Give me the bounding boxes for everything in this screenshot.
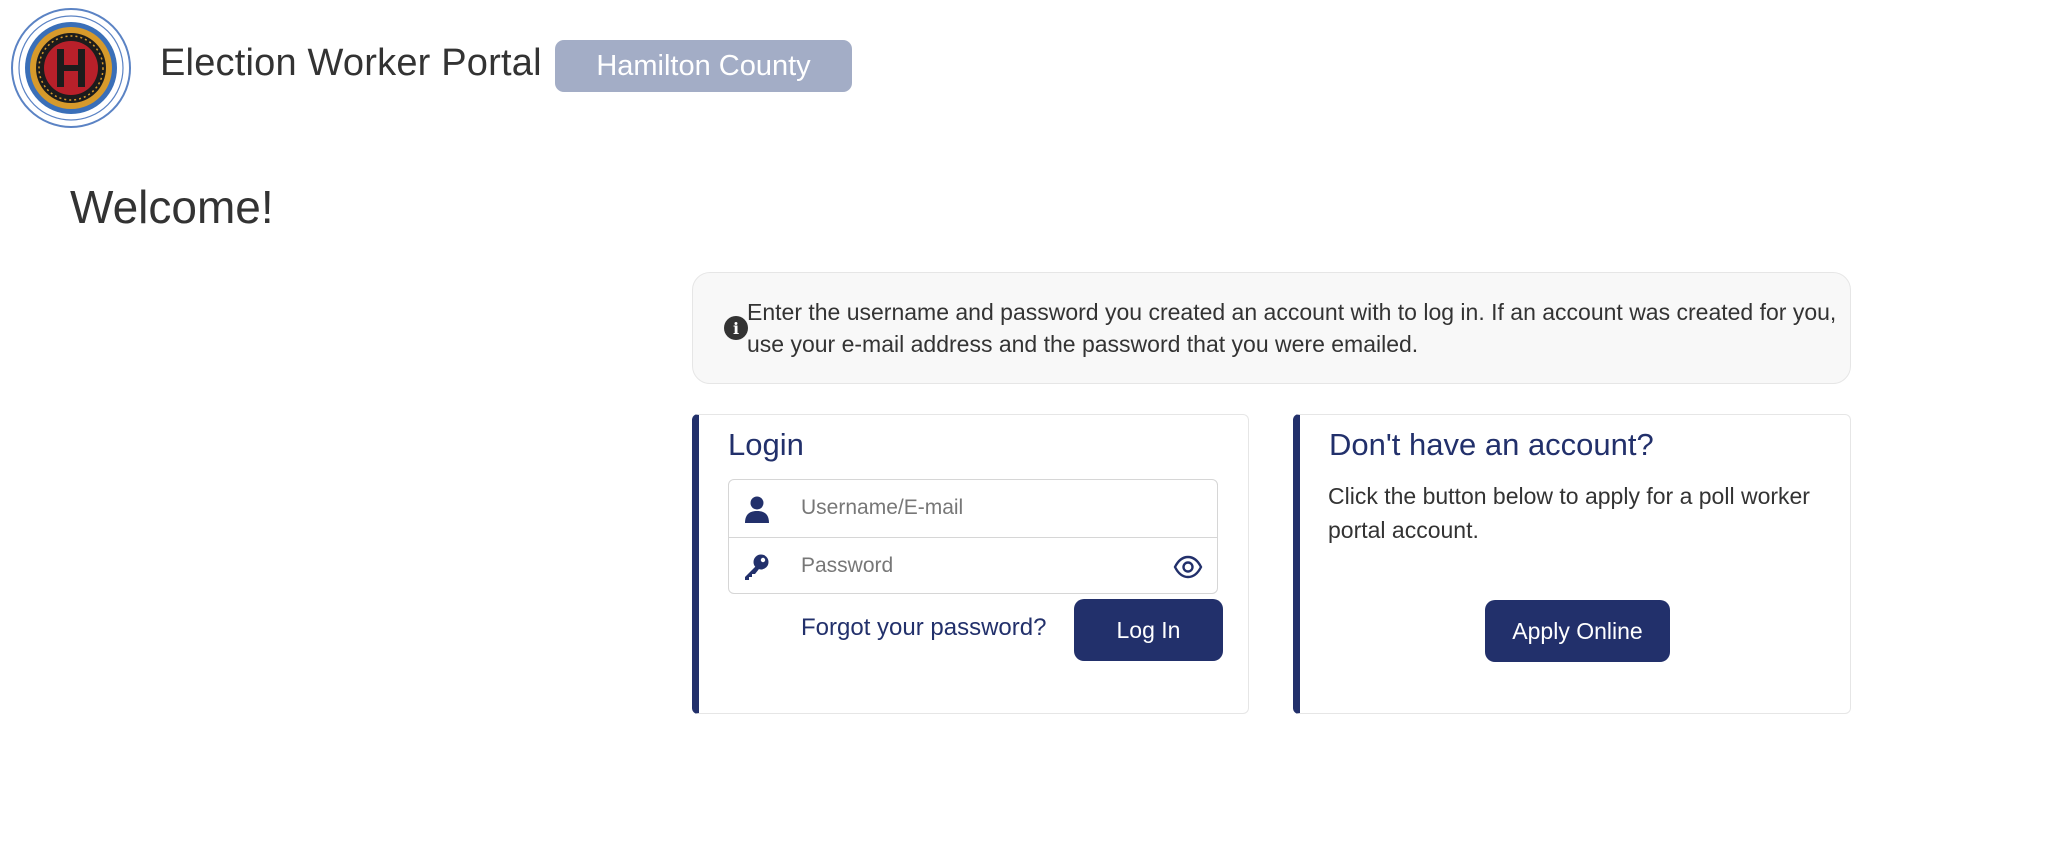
apply-text: Click the button below to apply for a po…	[1328, 483, 1810, 543]
apply-online-button[interactable]: Apply Online	[1485, 600, 1670, 662]
user-icon	[745, 496, 769, 523]
welcome-heading: Welcome!	[70, 181, 274, 233]
login-card: Login Forgot your password? Log In	[692, 414, 1249, 714]
username-input[interactable]	[801, 480, 1161, 536]
login-button[interactable]: Log In	[1074, 599, 1223, 661]
apply-card: Don't have an account? Click the button …	[1293, 414, 1851, 714]
key-icon	[745, 554, 769, 580]
apply-title: Don't have an account?	[1329, 427, 1654, 462]
forgot-password-link[interactable]: Forgot your password?	[801, 614, 1046, 642]
info-icon: i	[724, 316, 748, 340]
username-row	[729, 480, 1217, 537]
login-title: Login	[728, 427, 804, 462]
county-seal-icon	[11, 8, 131, 128]
password-row	[729, 537, 1217, 593]
password-input[interactable]	[801, 538, 1161, 593]
eye-icon[interactable]	[1173, 552, 1203, 582]
info-text: Enter the username and password you crea…	[747, 299, 1837, 357]
site-header: Election Worker Portal Hamilton County	[0, 0, 2048, 132]
login-info-alert: i Enter the username and password you cr…	[692, 272, 1851, 384]
login-form	[728, 479, 1218, 594]
county-badge: Hamilton County	[555, 40, 852, 92]
app-title: Election Worker Portal	[160, 42, 542, 84]
